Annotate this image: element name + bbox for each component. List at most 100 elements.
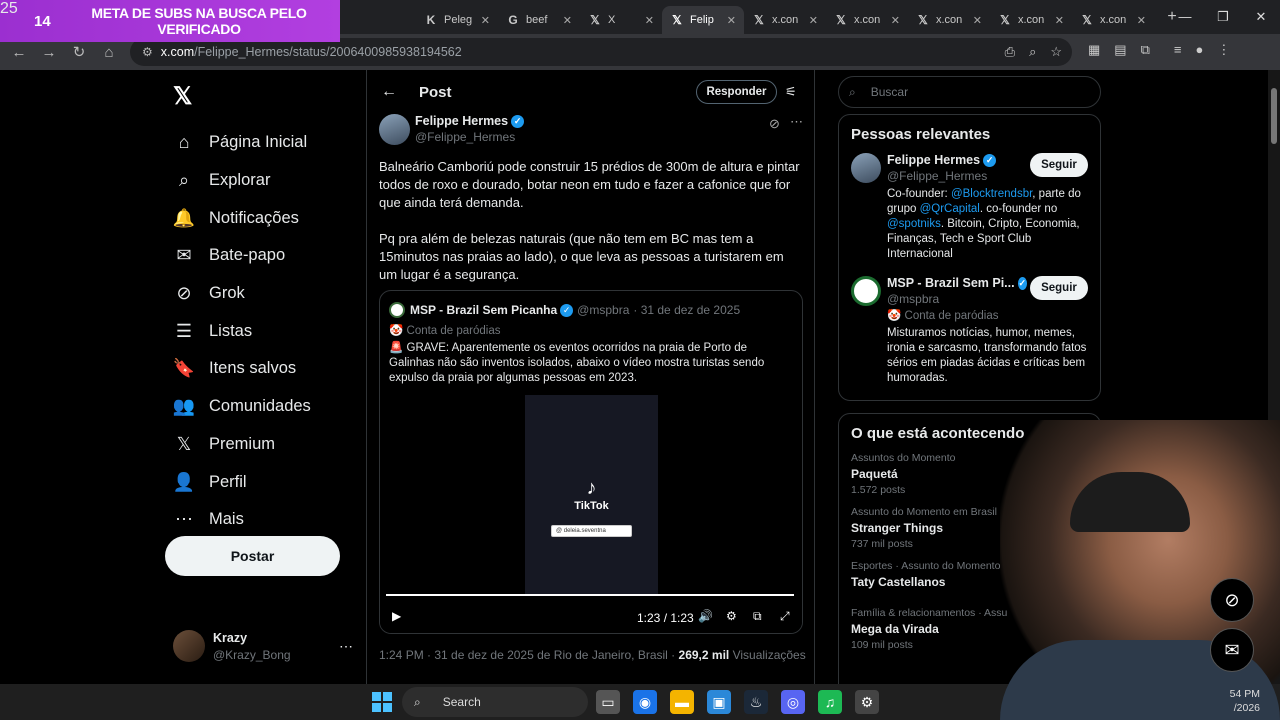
home-icon[interactable]: ⌂ (94, 44, 124, 61)
store-icon[interactable]: ▣ (707, 690, 731, 714)
person-item[interactable]: MSP - Brazil Sem Pi... ✓ @mspbra 🤡 Conta … (851, 276, 1100, 400)
browser-tab[interactable]: 𝕏 X ✕ (580, 6, 662, 34)
forward-icon[interactable]: → (34, 44, 64, 61)
reply-button[interactable]: Responder (696, 80, 777, 104)
nav-item[interactable]: ✉ Bate-papo (173, 237, 365, 275)
scrollbar-thumb[interactable] (1271, 88, 1277, 144)
extension-icon[interactable]: ▦ (1088, 42, 1100, 58)
windows-start-icon[interactable] (372, 692, 392, 712)
nav-item[interactable]: 👥 Comunidades (173, 388, 365, 426)
nav-label: Página Inicial (209, 133, 308, 152)
video-player[interactable]: ♪ TikTok @ deleia.seventna ▶ 1:23 / 1:23 … (380, 395, 802, 633)
file-explorer-icon[interactable]: ▬ (670, 690, 694, 714)
mention-link[interactable]: @Blocktrendsbr (951, 188, 1032, 200)
pip-icon[interactable]: ⧉ (753, 609, 762, 624)
chrome-icon[interactable]: ◉ (633, 690, 657, 714)
bookmark-star-icon[interactable]: ☆ (1050, 44, 1062, 60)
reload-icon[interactable]: ↻ (64, 43, 94, 61)
taskbar-search[interactable]: ⌕ Search (402, 687, 588, 717)
grok-icon[interactable]: ⊘ (769, 116, 780, 132)
more-icon[interactable]: ⋯ (339, 638, 353, 655)
follow-button[interactable]: Seguir (1030, 153, 1088, 177)
person-name[interactable]: Felippe Hermes (887, 153, 980, 167)
task-view-icon[interactable]: ▭ (596, 690, 620, 714)
browser-tab[interactable]: K Peleg ✕ (416, 6, 498, 34)
video-progress-bar[interactable] (386, 594, 794, 596)
extensions-puzzle-icon[interactable]: ⧉ (1141, 42, 1150, 58)
avatar (389, 302, 405, 318)
minimize-icon[interactable]: — (1166, 0, 1204, 34)
mention-link[interactable]: @QrCapital (920, 203, 980, 215)
address-bar[interactable]: ⚙ x.com/Felippe_Hermes/status/2006400985… (130, 38, 1072, 66)
nav-label: Bate-papo (209, 246, 286, 265)
nav-item[interactable]: 👤 Perfil (173, 463, 365, 501)
filter-icon[interactable]: ⚟ (785, 84, 797, 100)
nav-item[interactable]: 🔔 Notificações (173, 199, 365, 237)
browser-tab[interactable]: 𝕏x.con ✕ (990, 6, 1072, 34)
nav-item[interactable]: ⌂ Página Inicial (173, 124, 365, 162)
quoted-post[interactable]: MSP - Brazil Sem Picanha ✓ @mspbra · 31 … (379, 290, 803, 634)
restore-icon[interactable]: ❐ (1204, 0, 1242, 34)
tab-close-icon[interactable]: ✕ (973, 14, 982, 27)
volume-icon[interactable]: 🔊 (698, 609, 713, 623)
extension-icon[interactable]: ▤ (1114, 42, 1126, 58)
profile-avatar-icon[interactable]: ● (1195, 42, 1203, 58)
person-item[interactable]: Felippe Hermes ✓ @Felippe_Hermes Co-found… (851, 153, 1100, 276)
nav-item[interactable]: ⊘ Grok (173, 275, 365, 313)
tab-close-icon[interactable]: ✕ (727, 14, 736, 27)
nav-item[interactable]: 🔖 Itens salvos (173, 350, 365, 388)
browser-menu-icon[interactable]: ⋮ (1217, 42, 1230, 58)
grok-fab-icon[interactable]: ⊘ (1210, 578, 1254, 622)
person-name[interactable]: MSP - Brazil Sem Pi... (887, 276, 1015, 290)
tab-title: beef (526, 14, 548, 26)
avatar[interactable] (851, 153, 881, 183)
messages-fab-icon[interactable]: ✉ (1210, 628, 1254, 672)
media-control-icon[interactable]: ≡ (1174, 42, 1182, 58)
account-switcher[interactable]: Krazy @Krazy_Bong ⋯ (173, 630, 353, 662)
nav-label: Explorar (209, 171, 271, 190)
search-input[interactable]: ⌕ Buscar (838, 76, 1101, 108)
author-handle[interactable]: @Felippe_Hermes (415, 130, 524, 144)
nav-item[interactable]: ⋯ Mais (173, 501, 365, 539)
tab-close-icon[interactable]: ✕ (1137, 14, 1146, 27)
site-info-icon[interactable]: ⚙ (142, 45, 153, 59)
system-clock[interactable]: 54 PM/2026 (1230, 687, 1260, 715)
author-name[interactable]: Felippe Hermes (415, 114, 508, 128)
avatar[interactable] (851, 276, 881, 306)
fullscreen-icon[interactable]: ⤢ (780, 609, 790, 624)
browser-tab[interactable]: 𝕏x.con ✕ (744, 6, 826, 34)
discord-icon[interactable]: ◎ (781, 690, 805, 714)
post-time[interactable]: 1:24 PM · 31 de dez de 2025 de Rio de Ja… (379, 648, 675, 662)
app-icon[interactable]: ⚙ (855, 690, 879, 714)
browser-tab[interactable]: 𝕏x.con ✕ (908, 6, 990, 34)
tab-close-icon[interactable]: ✕ (809, 14, 818, 27)
tab-close-icon[interactable]: ✕ (1055, 14, 1064, 27)
browser-tab[interactable]: 𝕏x.con ✕ (826, 6, 908, 34)
avatar[interactable] (379, 114, 410, 145)
nav-label: Perfil (209, 472, 247, 491)
spotify-icon[interactable]: ♫ (818, 690, 842, 714)
back-arrow-icon[interactable]: ← (381, 83, 397, 101)
browser-tab[interactable]: 𝕏x.con ✕ (1072, 6, 1154, 34)
back-icon[interactable]: ← (4, 44, 34, 61)
tab-close-icon[interactable]: ✕ (645, 14, 654, 27)
browser-tab[interactable]: 𝕏 Felip ✕ (662, 6, 744, 34)
tab-close-icon[interactable]: ✕ (891, 14, 900, 27)
nav-item[interactable]: ☰ Listas (173, 312, 365, 350)
install-icon[interactable]: ⎙ (1005, 44, 1015, 60)
nav-item[interactable]: ⌕ Explorar (173, 162, 365, 200)
tab-close-icon[interactable]: ✕ (481, 14, 490, 27)
post-button[interactable]: Postar (165, 536, 340, 576)
steam-icon[interactable]: ♨ (744, 690, 768, 714)
zoom-icon[interactable]: ⌕ (1029, 44, 1036, 60)
x-logo-icon[interactable]: 𝕏 (173, 82, 365, 111)
tab-close-icon[interactable]: ✕ (563, 14, 572, 27)
settings-gear-icon[interactable]: ⚙ (726, 609, 737, 623)
browser-tab[interactable]: Gbeef ✕ (498, 6, 580, 34)
play-icon[interactable]: ▶ (392, 609, 401, 623)
nav-item[interactable]: 𝕏 Premium (173, 426, 365, 464)
mention-link[interactable]: @spotniks (887, 218, 941, 230)
follow-button[interactable]: Seguir (1030, 276, 1088, 300)
more-icon[interactable]: ⋯ (790, 114, 803, 130)
close-icon[interactable]: ✕ (1242, 0, 1280, 34)
